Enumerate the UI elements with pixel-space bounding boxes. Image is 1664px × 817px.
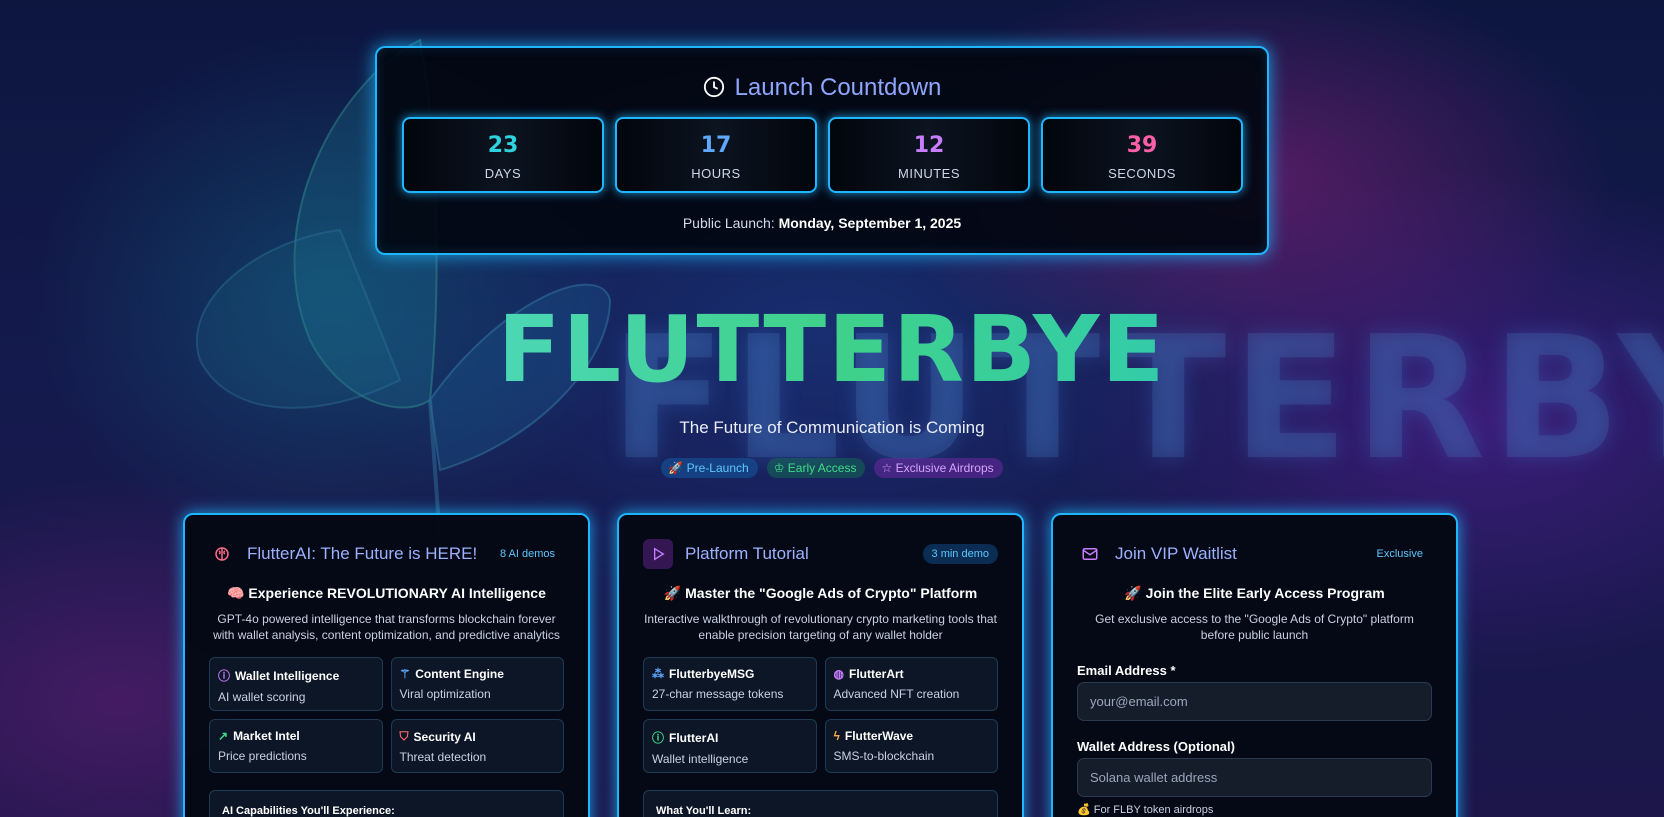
feature-flutterbyemsg[interactable]: ⁂ FlutterbyeMSG 27-char message tokens (643, 657, 817, 711)
feature-wallet-intelligence[interactable]: ⓘ Wallet Intelligence AI wallet scoring (209, 657, 383, 711)
card-description: Get exclusive access to the "Google Ads … (1095, 612, 1414, 642)
hero-tags: 🚀 Pre-Launch ♔ Early Access ☆ Exclusive … (0, 458, 1664, 478)
ai-capabilities-box: AI Capabilities You'll Experience: (209, 790, 564, 817)
feature-flutterai[interactable]: ⓘ FlutterAI Wallet intelligence (643, 719, 817, 773)
card-header: FlutterAI: The Future is HERE! 8 AI demo… (209, 541, 564, 567)
card-description: GPT-4o powered intelligence that transfo… (213, 612, 560, 642)
countdown-label: SECONDS (1108, 166, 1176, 181)
card-heading: 🚀 Join the Elite Early Access Program (1124, 585, 1385, 601)
hero-title: FLUTTERBYE (0, 296, 1664, 403)
clock-icon (703, 76, 725, 105)
wallet-label: Wallet Address (Optional) (1077, 739, 1235, 754)
card-title: Join VIP Waitlist (1115, 544, 1237, 563)
tag-early-access: ♔ Early Access (766, 458, 866, 478)
countdown-value: 39 (1126, 133, 1158, 158)
vip-waitlist-card: Join VIP Waitlist Exclusive 🚀 Join the E… (1051, 513, 1458, 817)
card-header: Join VIP Waitlist Exclusive (1077, 541, 1432, 567)
play-icon[interactable] (643, 539, 673, 569)
feature-market-intel[interactable]: ↗ Market Intel Price predictions (209, 719, 383, 773)
ai-icon: ⓘ (652, 731, 665, 745)
card-heading: 🧠 Experience REVOLUTIONARY AI Intelligen… (227, 585, 546, 601)
feature-grid: ⁂ FlutterbyeMSG 27-char message tokens ◍ F… (643, 657, 998, 773)
trend-icon: ↗ (218, 729, 229, 743)
feature-flutterwave[interactable]: ϟ FlutterWave SMS-to-blockchain (824, 719, 998, 773)
tag-exclusive-airdrops: ☆ Exclusive Airdrops (874, 458, 1003, 478)
palette-icon: ◍ (833, 667, 844, 681)
message-icon: ⁂ (652, 667, 664, 681)
demo-length-badge: 3 min demo (922, 544, 998, 564)
countdown-value: 23 (487, 133, 519, 158)
email-label: Email Address * (1077, 663, 1176, 678)
airdrop-hint: 💰 For FLBY token airdrops (1077, 804, 1214, 816)
countdown-value: 12 (913, 133, 945, 158)
feature-grid: ⓘ Wallet Intelligence AI wallet scoring ⚚… (209, 657, 564, 773)
countdown-units: 23 DAYS 17 HOURS 12 MINUTES 39 SECONDS (402, 117, 1243, 193)
tag-pre-launch: 🚀 Pre-Launch (661, 458, 758, 478)
platform-tutorial-card: Platform Tutorial 3 min demo 🚀 Master th… (617, 513, 1024, 817)
star-icon: ☆ (881, 461, 896, 475)
countdown-hours: 17 HOURS (615, 117, 817, 193)
countdown-value: 17 (700, 133, 732, 158)
countdown-seconds: 39 SECONDS (1041, 117, 1243, 193)
wallet-address-field[interactable] (1077, 758, 1432, 797)
brain-icon (209, 541, 235, 567)
card-header: Platform Tutorial 3 min demo (643, 539, 998, 569)
feature-content-engine[interactable]: ⚚ Content Engine Viral optimization (390, 657, 564, 711)
card-title: Platform Tutorial (685, 544, 809, 563)
exclusive-badge: Exclusive (1376, 548, 1423, 560)
feature-security-ai[interactable]: ⛉ Security AI Threat detection (390, 719, 564, 773)
feature-flutterart[interactable]: ◍ FlutterArt Advanced NFT creation (824, 657, 998, 711)
flutterai-card: FlutterAI: The Future is HERE! 8 AI demo… (183, 513, 590, 817)
countdown-label: MINUTES (898, 166, 960, 181)
wand-icon: ⚚ (399, 667, 411, 681)
countdown-days: 23 DAYS (402, 117, 604, 193)
card-description: Interactive walkthrough of revolutionary… (644, 612, 997, 642)
bolt-icon: ϟ (833, 729, 840, 743)
countdown-title: Launch Countdown (377, 74, 1267, 105)
launch-countdown-panel: Launch Countdown 23 DAYS 17 HOURS 12 MIN… (375, 46, 1269, 255)
countdown-minutes: 12 MINUTES (828, 117, 1030, 193)
shield-icon: ⛉ (399, 729, 409, 743)
card-heading: 🚀 Master the "Google Ads of Crypto" Plat… (663, 585, 978, 601)
rocket-icon: 🚀 (668, 461, 687, 475)
email-field[interactable] (1077, 682, 1432, 721)
brain-icon: ⓘ (218, 669, 231, 683)
what-youll-learn-box: What You'll Learn: (643, 790, 998, 817)
countdown-label: HOURS (691, 166, 741, 181)
mail-icon (1077, 541, 1103, 567)
countdown-label: DAYS (484, 166, 522, 181)
card-title: FlutterAI: The Future is HERE! (247, 544, 478, 563)
public-launch-date: Public Launch: Monday, September 1, 2025 (682, 215, 962, 231)
crown-icon: ♔ (773, 461, 788, 475)
hero-subtitle: The Future of Communication is Coming (679, 418, 985, 437)
ai-demos-badge: 8 AI demos (499, 548, 555, 560)
